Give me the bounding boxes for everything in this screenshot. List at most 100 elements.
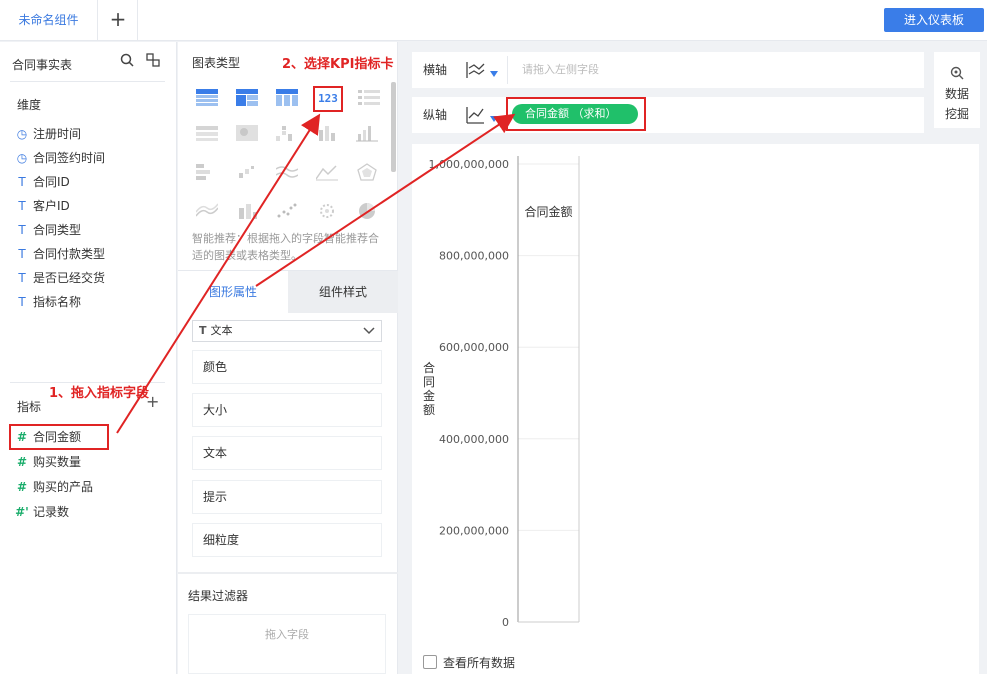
chart-type-scrollbar[interactable] [391,82,396,172]
highlight-box-metric [9,424,109,450]
tab-graphic-properties[interactable]: 图形属性 [178,271,288,313]
chart-svg: 合同金额 0 200,000,000 400,000,000 600,000,000 80… [423,156,580,629]
highlight-box-pill [506,97,646,131]
chevron-down-icon[interactable] [490,116,498,122]
text-type-icon: T [18,175,26,189]
y-tick-label: 200,000,000 [439,524,509,537]
dimensions-title: 维度 [17,98,42,112]
divider [178,572,398,574]
range-bar-icon[interactable] [196,163,218,181]
x-axis-row: 横轴 请拖入左侧字段 [412,52,924,88]
y-tick-label: 400,000,000 [439,433,509,446]
enter-dashboard-button[interactable]: 进入仪表板 [884,8,984,32]
map-chart-icon[interactable] [236,124,258,142]
bar-chart-icon[interactable] [316,124,338,142]
chart-config-panel: 图表类型 2、选择KPI指标卡 123 智能推荐：根据拖入的字段智能推荐合适的图… [178,42,398,674]
text-type-icon: T [18,295,26,309]
pie-chart-icon[interactable] [356,202,378,220]
y-tick-label: 600,000,000 [439,341,509,354]
number-type-icon: # [16,480,28,494]
dimension-field[interactable]: ◷ 合同签约时间 [15,149,105,167]
chevron-down-icon[interactable] [490,71,498,77]
property-text[interactable]: 文本 [192,436,382,470]
radar-chart-icon[interactable] [356,163,378,181]
metric-field[interactable]: # 购买数量 [15,453,81,471]
area-line-icon[interactable] [316,163,338,181]
calculated-number-icon: #' [15,505,29,519]
multi-line-icon[interactable] [196,202,218,220]
x-axis-label: 横轴 [423,63,448,77]
mark-type-select[interactable]: T 文本 [192,320,382,342]
text-type-icon: T [199,324,207,337]
property-tooltip[interactable]: 提示 [192,480,382,514]
dimension-field[interactable]: T 是否已经交货 [15,269,105,287]
text-type-icon: T [18,199,26,213]
detail-table-icon[interactable] [276,89,298,107]
column-chart-icon[interactable] [356,124,378,142]
dimension-field[interactable]: T 合同类型 [15,221,81,239]
add-tab-button[interactable]: + [99,0,138,41]
x-axis-type-icon[interactable] [465,61,485,79]
line-chart-icon[interactable] [276,163,298,181]
y-axis-title: 合同金额 [423,360,435,417]
view-all-data-label: 查看所有数据 [443,656,516,670]
clock-icon: ◷ [16,151,28,165]
combo-bar-icon[interactable] [236,202,258,220]
annotation-step1: 1、拖入指标字段 [49,386,150,401]
chevron-down-icon [363,321,375,348]
result-filter-title: 结果过滤器 [188,589,249,603]
dimension-field[interactable]: ◷ 注册时间 [15,125,81,143]
divider [10,81,165,82]
grouped-table-icon[interactable] [196,124,218,142]
bubble-chart-icon[interactable] [316,202,338,220]
data-mining-icon [934,66,980,83]
dimension-field[interactable]: T 合同付款类型 [15,245,105,263]
property-granularity[interactable]: 细粒度 [192,523,382,557]
divider [507,56,508,84]
metric-field[interactable]: #' 记录数 [15,503,69,521]
search-icon[interactable] [120,53,138,71]
y-tick-label: 800,000,000 [439,250,509,263]
y-axis-row: 纵轴 合同金额 （求和） [412,97,924,133]
cross-table-icon[interactable] [236,89,258,107]
metric-field[interactable]: # 购买的产品 [15,478,93,496]
property-size[interactable]: 大小 [192,393,382,427]
text-type-icon: T [18,223,26,237]
chart-canvas: 合同金额 0 200,000,000 400,000,000 600,000,000 80… [412,144,979,674]
number-type-icon: # [16,455,28,469]
category-label: 合同金额 [524,204,572,219]
data-mining-button[interactable]: 数据 挖掘 [934,52,980,128]
y-axis-type-icon[interactable] [465,106,485,124]
chart-editor: 横轴 请拖入左侧字段 纵轴 合同金额 （求和） 数据 挖掘 合同金额 0 200,0… [400,42,987,674]
smart-recommend-text: 智能推荐：根据拖入的字段智能推荐合适的图表或表格类型。 [192,232,379,262]
scatter-plot-icon[interactable] [276,202,298,220]
y-axis-label: 纵轴 [423,108,448,122]
dimension-field[interactable]: T 客户ID [15,197,69,215]
switch-table-icon[interactable] [146,53,161,71]
x-axis-drop-placeholder[interactable]: 请拖入左侧字段 [522,52,599,88]
view-all-data-checkbox[interactable] [423,655,437,669]
y-tick-label: 1,000,000,000 [429,158,509,171]
chart-type-title: 图表类型 [192,56,241,70]
dimension-field[interactable]: T 指标名称 [15,293,81,311]
filter-drop-zone[interactable]: 拖入字段 [188,614,386,674]
table-name: 合同事实表 [12,58,73,72]
stacked-bar-icon[interactable] [276,124,298,142]
kpi-card-type-button[interactable]: 123 [313,86,343,112]
clock-icon: ◷ [16,127,28,141]
y-tick-label: 0 [502,616,509,629]
list-chart-icon[interactable] [358,89,380,107]
dimension-field[interactable]: T 合同ID [15,173,69,191]
property-color[interactable]: 颜色 [192,350,382,384]
tab-component-style[interactable]: 组件样式 [288,271,398,313]
text-type-icon: T [18,247,26,261]
annotation-step2: 2、选择KPI指标卡 [282,57,394,72]
table-chart-icon[interactable] [196,89,218,107]
property-tabs: 图形属性 组件样式 [178,270,398,313]
top-bar: 未命名组件 + 进入仪表板 [0,0,987,41]
metrics-title: 指标 [17,400,42,414]
tab-unnamed-component[interactable]: 未命名组件 [0,0,98,41]
scatter-column-icon[interactable] [236,163,258,181]
field-panel: 合同事实表 维度 ◷ 注册时间 ◷ 合同签约时间 T 合同ID T 客户ID T 合同类型… [0,42,177,674]
text-type-icon: T [18,271,26,285]
